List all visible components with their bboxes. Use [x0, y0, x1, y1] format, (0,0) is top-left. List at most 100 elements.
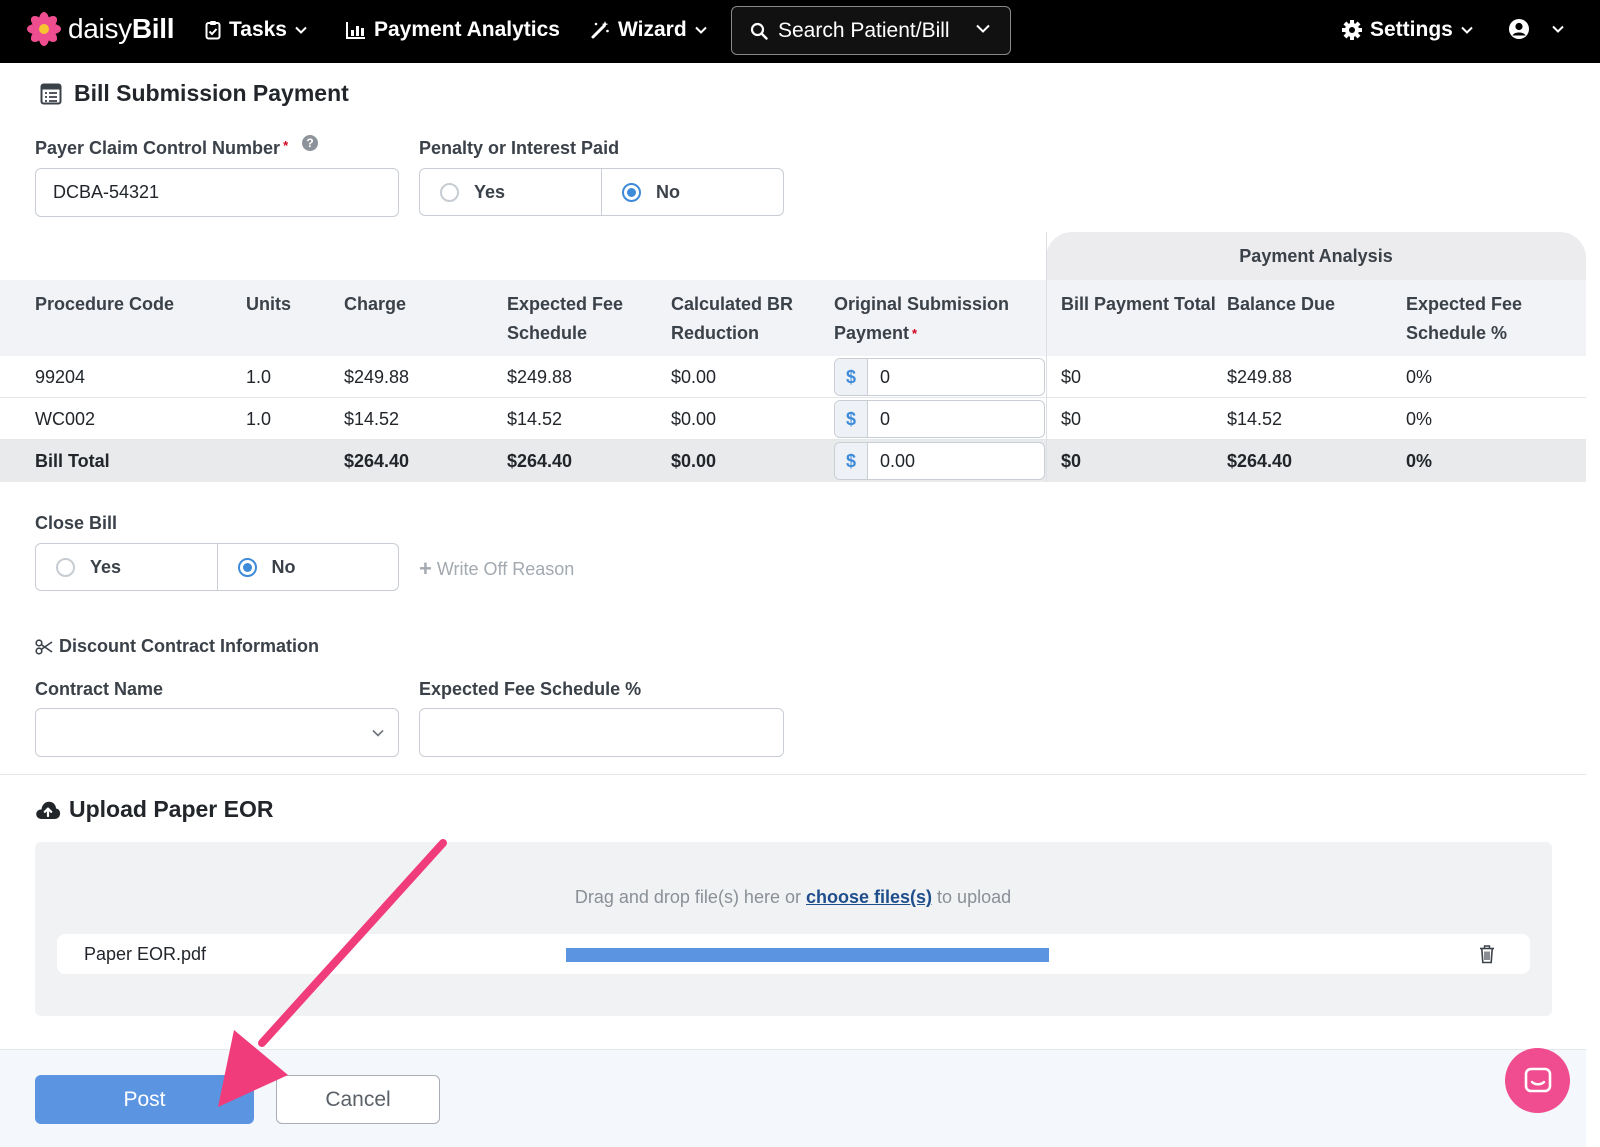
nav-payment-analytics[interactable]: Payment Analytics [346, 18, 560, 42]
table-row: WC002 1.0 $14.52 $14.52 $0.00 $ 0 $0 $14… [0, 398, 1586, 440]
penalty-toggle: Yes No [419, 168, 784, 216]
payment-value: 0 [880, 367, 891, 387]
cloud-upload-icon [36, 801, 61, 819]
daisy-logo-icon [27, 12, 61, 46]
contract-name-label: Contract Name [35, 679, 164, 699]
clipboard-check-icon [205, 21, 221, 40]
nav-wizard-label: Wizard [618, 18, 687, 41]
cell-units: 1.0 [246, 367, 272, 387]
post-button[interactable]: Post [35, 1075, 254, 1124]
cell-br-reduction: $0.00 [671, 409, 717, 429]
cell-balance-due: $14.52 [1227, 409, 1283, 429]
magic-wand-icon [591, 21, 609, 39]
radio-unchecked-icon [56, 557, 75, 577]
claim-control-value: DCBA-54321 [53, 182, 160, 202]
nav-settings-label: Settings [1370, 18, 1453, 41]
cell-expected-fee: $249.88 [507, 367, 573, 387]
col-units: Units [246, 294, 291, 314]
file-dropzone[interactable] [35, 842, 1552, 1016]
col-calculated-br-reduction: Calculated BR Reduction [671, 294, 794, 343]
payment-input[interactable]: $ 0 [834, 358, 1045, 396]
user-menu[interactable] [1508, 18, 1564, 40]
top-navbar: daisyBill Tasks Payment Analytics Wizard… [0, 0, 1600, 63]
cell-bill-total-label: Bill Total [35, 451, 110, 471]
section-divider [0, 774, 1586, 775]
dollar-addon: $ [835, 443, 868, 479]
chevron-down-icon [694, 26, 707, 34]
nav-tasks[interactable]: Tasks [205, 18, 307, 42]
close-bill-no-option[interactable]: No [216, 544, 399, 590]
nav-settings[interactable]: Settings [1342, 18, 1473, 42]
penalty-label: Penalty or Interest Paid [419, 138, 620, 158]
nav-tasks-label: Tasks [229, 18, 287, 41]
dollar-addon: $ [835, 401, 868, 437]
col-original-submission-payment: Original Submission Payment * [834, 294, 1010, 343]
upload-progress-fill [566, 948, 1049, 962]
fee-schedule-pct-input[interactable] [419, 708, 784, 757]
radio-checked-icon [237, 557, 257, 577]
chat-launcher[interactable] [1505, 1048, 1570, 1113]
cell-charge: $14.52 [344, 409, 400, 429]
bar-chart-icon [346, 22, 365, 39]
table-row: 99204 1.0 $249.88 $249.88 $0.00 $ 0 $0 $… [0, 356, 1586, 398]
search-label: Search Patient/Bill [778, 18, 950, 42]
cell-total-expected-fee: $264.40 [507, 451, 573, 471]
col-bill-payment-total: Bill Payment Total [1061, 294, 1216, 314]
chevron-down-icon [295, 26, 307, 34]
col-expected-fee-schedule-pct: Expected Fee Schedule % [1406, 294, 1523, 343]
discount-contract-title: Discount Contract Information [35, 636, 319, 657]
cancel-button[interactable]: Cancel [276, 1075, 440, 1124]
penalty-no-option[interactable]: No [601, 169, 783, 215]
payment-value: 0.00 [880, 451, 916, 471]
col-balance-due: Balance Due [1227, 294, 1336, 314]
write-off-reason-link[interactable]: + Write Off Reason [419, 556, 574, 582]
cell-total-balance-due: $264.40 [1227, 451, 1293, 471]
gear-icon [1342, 20, 1362, 40]
col-expected-fee-schedule: Expected Fee Schedule [507, 294, 624, 343]
cell-expected-fee-pct: 0% [1406, 409, 1433, 429]
radio-unchecked-icon [440, 182, 459, 202]
page-title: Bill Submission Payment [40, 80, 349, 107]
dropzone-text: Drag and drop file(s) here or choose fil… [574, 887, 1012, 907]
uploaded-file-row: Paper EOR.pdf [57, 934, 1530, 974]
help-icon[interactable]: ? [302, 135, 318, 151]
col-procedure-code: Procedure Code [35, 294, 175, 314]
col-charge: Charge [344, 294, 407, 314]
cell-total-charge: $264.40 [344, 451, 410, 471]
cell-procedure-code: WC002 [35, 409, 96, 429]
cell-bill-payment-total: $0 [1061, 409, 1082, 429]
nav-payment-analytics-label: Payment Analytics [374, 18, 560, 41]
cell-total-expected-fee-pct: 0% [1406, 451, 1433, 471]
payment-input[interactable]: $ 0 [834, 400, 1045, 438]
chevron-down-icon [1461, 26, 1473, 34]
chat-icon [1524, 1067, 1551, 1092]
payment-analysis-header: Payment Analysis [1046, 232, 1586, 280]
nav-wizard[interactable]: Wizard [590, 18, 707, 42]
fee-schedule-pct-label: Expected Fee Schedule % [419, 679, 642, 699]
cell-expected-fee: $14.52 [507, 409, 563, 429]
close-bill-label: Close Bill [35, 513, 118, 533]
plus-icon: + [419, 556, 432, 581]
user-circle-icon [1509, 19, 1529, 39]
scissors-icon [35, 638, 53, 655]
total-payment-input[interactable]: $ 0.00 [834, 442, 1045, 480]
choose-files-link[interactable]: choose files(s) [806, 887, 932, 907]
claim-control-label: Payer Claim Control Number * [35, 138, 289, 158]
close-bill-toggle: Yes No [35, 543, 399, 591]
claim-control-input[interactable]: DCBA-54321 [35, 168, 399, 217]
trash-icon[interactable] [1479, 944, 1495, 964]
cell-br-reduction: $0.00 [671, 367, 717, 387]
search-patient-bill[interactable]: Search Patient/Bill [731, 6, 1011, 55]
payment-analysis-divider [1046, 232, 1047, 482]
cell-total-bill-payment: $0 [1061, 451, 1082, 471]
brand-logo[interactable]: daisyBill [27, 12, 175, 46]
chevron-down-icon[interactable] [976, 24, 990, 33]
close-bill-yes-option[interactable]: Yes [36, 544, 217, 590]
cell-charge: $249.88 [344, 367, 410, 387]
chevron-down-icon [372, 729, 384, 737]
contract-name-select[interactable] [35, 708, 399, 757]
penalty-yes-option[interactable]: Yes [420, 169, 601, 215]
brand-name: daisyBill [68, 13, 175, 44]
search-icon [750, 22, 768, 40]
cell-balance-due: $249.88 [1227, 367, 1293, 387]
